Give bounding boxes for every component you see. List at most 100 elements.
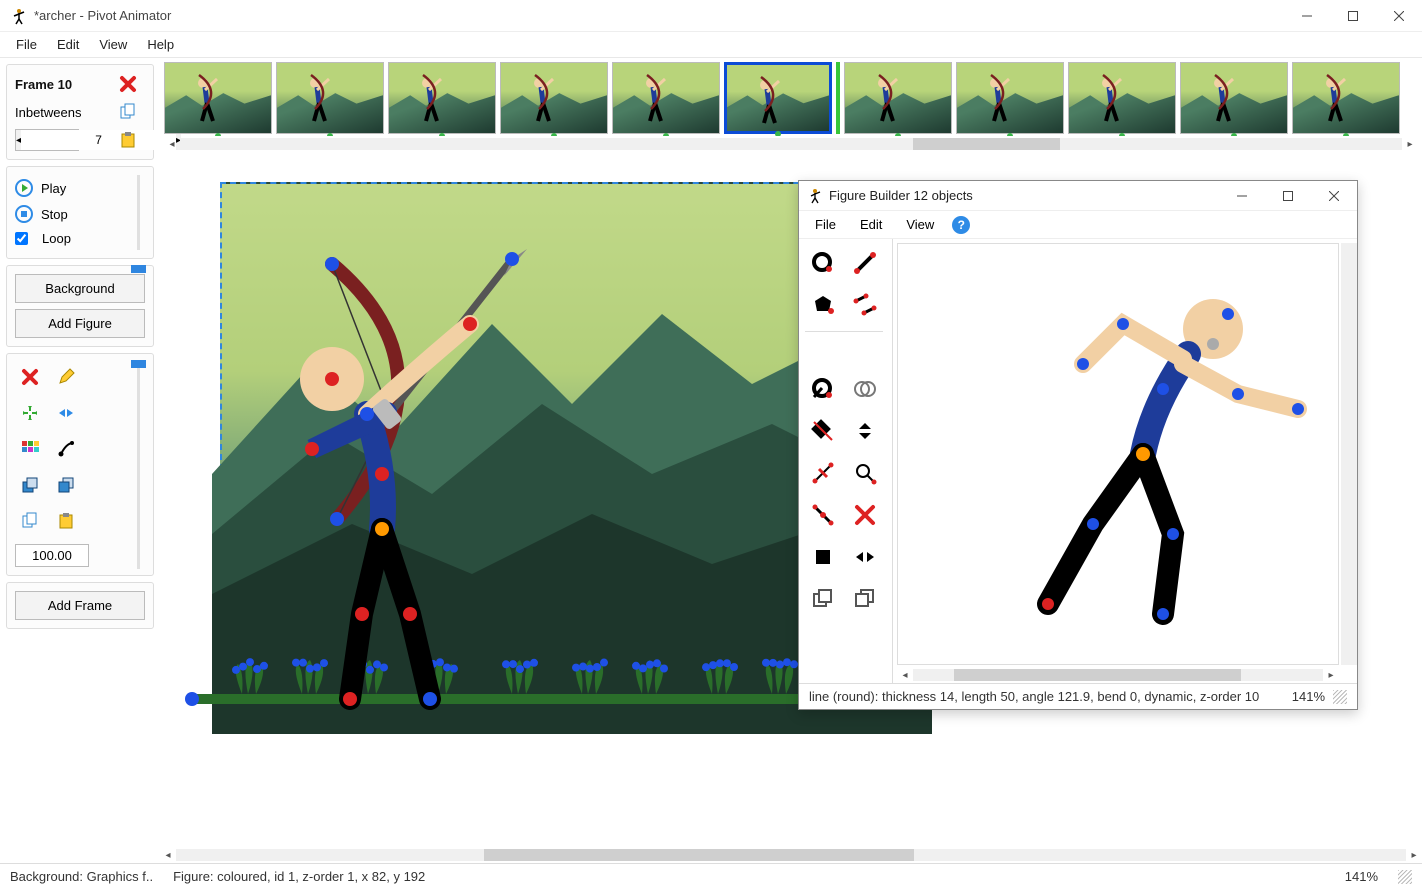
scroll-left-icon[interactable]: ◂	[160, 850, 176, 861]
delete-segment-icon[interactable]	[847, 497, 883, 533]
loop-checkbox[interactable]: Loop	[15, 227, 145, 250]
timeline-frame[interactable]	[844, 62, 952, 134]
add-line-tool-icon[interactable]	[847, 245, 883, 281]
join-figure-icon[interactable]	[51, 434, 81, 464]
color-figure-icon[interactable]	[15, 434, 45, 464]
delete-figure-icon[interactable]	[15, 362, 45, 392]
timeline-cursor[interactable]	[836, 62, 840, 134]
flip-figure-icon[interactable]	[51, 398, 81, 428]
status-zoom: 141%	[1345, 869, 1378, 884]
fb-hscroll[interactable]: ◂ ▸	[897, 667, 1339, 683]
status-background: Background: Graphics f..	[10, 869, 153, 884]
timeline-frame[interactable]	[612, 62, 720, 134]
minimize-button[interactable]	[1284, 0, 1330, 32]
scroll-right-icon[interactable]: ▸	[1402, 139, 1418, 150]
figure-tools-panel	[6, 353, 154, 576]
fb-menubar: File Edit View ?	[799, 211, 1357, 239]
add-polygon-tool-icon[interactable]	[805, 287, 841, 323]
titlebar: *archer - Pivot Animator	[0, 0, 1422, 32]
canvas-scrollbar[interactable]: ◂ ▸	[160, 847, 1422, 863]
lower-figure-icon[interactable]	[51, 470, 81, 500]
stop-button[interactable]: Stop	[15, 201, 145, 227]
menu-edit[interactable]: Edit	[47, 34, 89, 55]
timeline-scrollbar[interactable]: ◂ ▸	[164, 136, 1418, 152]
fb-maximize-button[interactable]	[1265, 180, 1311, 212]
fb-menu-view[interactable]: View	[896, 214, 944, 235]
fb-menu-edit[interactable]: Edit	[850, 214, 892, 235]
fb-tools	[799, 239, 893, 683]
add-frame-button[interactable]: Add Frame	[15, 591, 145, 620]
copy-frame-icon[interactable]	[117, 101, 139, 123]
scroll-left-icon[interactable]: ◂	[897, 670, 913, 681]
window-title: *archer - Pivot Animator	[34, 8, 171, 23]
timeline-frame[interactable]	[1292, 62, 1400, 134]
scroll-left-icon[interactable]: ◂	[164, 139, 180, 150]
resize-grip-icon[interactable]	[1333, 690, 1347, 704]
lower-icon[interactable]	[847, 581, 883, 617]
fb-menu-file[interactable]: File	[805, 214, 846, 235]
inbetweens-input[interactable]	[21, 130, 176, 150]
inbetweens-spinner[interactable]: ◂ ▸	[15, 129, 79, 151]
thickness-icon[interactable]	[847, 413, 883, 449]
play-button[interactable]: Play	[15, 175, 145, 201]
add-circle-tool-icon[interactable]	[805, 245, 841, 281]
endcap-icon[interactable]	[805, 539, 841, 575]
frame-panel: Frame 10 Inbetweens ◂ ▸	[6, 64, 154, 160]
center-figure-icon[interactable]	[15, 398, 45, 428]
close-button[interactable]	[1376, 0, 1422, 32]
maximize-button[interactable]	[1330, 0, 1376, 32]
fb-titlebar[interactable]: Figure Builder 12 objects	[799, 181, 1357, 211]
scroll-right-icon[interactable]: ▸	[1323, 670, 1339, 681]
help-icon[interactable]: ?	[952, 216, 970, 234]
add-joint-icon[interactable]	[805, 497, 841, 533]
edit-figure-icon[interactable]	[51, 362, 81, 392]
menu-help[interactable]: Help	[137, 34, 184, 55]
timeline-frame[interactable]	[724, 62, 832, 134]
fb-status-zoom: 141%	[1292, 689, 1325, 704]
toggle-segment-kind-icon[interactable]	[805, 371, 841, 407]
scale-input[interactable]	[15, 544, 89, 567]
timeline-frame[interactable]	[164, 62, 272, 134]
timeline-frame[interactable]	[1068, 62, 1176, 134]
fb-minimize-button[interactable]	[1219, 180, 1265, 212]
bg-figure-panel: Background Add Figure	[6, 265, 154, 347]
raise-icon[interactable]	[805, 581, 841, 617]
resize-grip-icon[interactable]	[1398, 870, 1412, 884]
menu-view[interactable]: View	[89, 34, 137, 55]
timeline-frame[interactable]	[276, 62, 384, 134]
fb-vscroll[interactable]	[1341, 243, 1357, 665]
timeline-frame[interactable]	[1180, 62, 1288, 134]
stop-icon	[15, 205, 33, 223]
duplicate-segment-icon[interactable]	[847, 287, 883, 323]
play-icon	[15, 179, 33, 197]
background-button[interactable]: Background	[15, 274, 145, 303]
fb-close-button[interactable]	[1311, 180, 1357, 212]
paste-figure-icon[interactable]	[51, 506, 81, 536]
timeline-frame[interactable]	[956, 62, 1064, 134]
static-dynamic-icon[interactable]	[805, 413, 841, 449]
fb-title: Figure Builder 12 objects	[829, 188, 973, 203]
change-circle-fill-icon[interactable]	[847, 371, 883, 407]
scale-slider[interactable]	[129, 360, 147, 569]
copy-figure-icon[interactable]	[15, 506, 45, 536]
fb-canvas[interactable]	[897, 243, 1339, 665]
mirror-icon[interactable]	[847, 539, 883, 575]
status-figure: Figure: coloured, id 1, z-order 1, x 82,…	[173, 869, 425, 884]
figure-builder-dialog[interactable]: Figure Builder 12 objects File Edit View…	[798, 180, 1358, 710]
speed-slider[interactable]	[129, 175, 147, 250]
timeline-frame[interactable]	[500, 62, 608, 134]
scroll-right-icon[interactable]: ▸	[1406, 850, 1422, 861]
raise-figure-icon[interactable]	[15, 470, 45, 500]
split-segment-icon[interactable]	[805, 455, 841, 491]
timeline-frame[interactable]	[388, 62, 496, 134]
loop-checkbox-input[interactable]	[15, 232, 28, 245]
statusbar: Background: Graphics f.. Figure: coloure…	[0, 863, 1422, 889]
fb-statusbar: line (round): thickness 14, length 50, a…	[799, 683, 1357, 709]
delete-frame-icon[interactable]	[117, 73, 139, 95]
add-figure-button[interactable]: Add Figure	[15, 309, 145, 338]
zoom-icon[interactable]	[847, 455, 883, 491]
paste-frame-icon[interactable]	[117, 129, 139, 151]
frame-label: Frame 10	[15, 77, 117, 92]
left-sidebar: Frame 10 Inbetweens ◂ ▸ Play Stop Loo	[0, 58, 160, 863]
menu-file[interactable]: File	[6, 34, 47, 55]
